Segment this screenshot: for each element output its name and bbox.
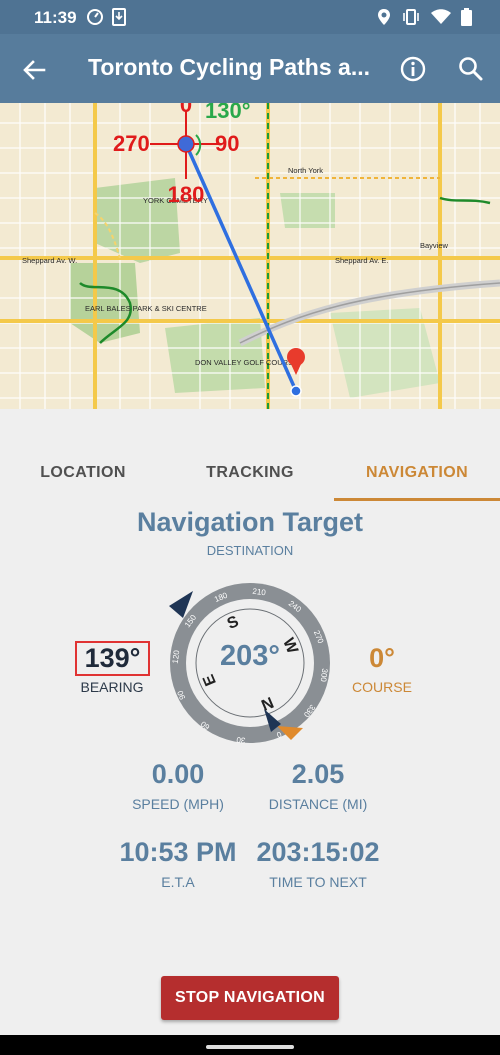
navigation-title: Navigation Target bbox=[136, 507, 364, 537]
back-button[interactable] bbox=[18, 54, 50, 86]
map-view[interactable]: Sheppard Av. W. Sheppard Av. E. DON VALL… bbox=[0, 103, 500, 409]
overlay-west: 270 bbox=[113, 131, 150, 156]
compass-tick-label: 30 bbox=[235, 735, 245, 745]
status-time: 11:39 bbox=[34, 8, 77, 27]
vibrate-icon bbox=[403, 9, 419, 25]
course-label: COURSE bbox=[352, 679, 412, 695]
distance-label: DISTANCE (MI) bbox=[268, 796, 368, 812]
arrow-back-icon bbox=[23, 60, 46, 80]
navigation-subtitle: DESTINATION bbox=[206, 543, 294, 558]
download-icon bbox=[112, 8, 126, 26]
map-label: Sheppard Av. W. bbox=[22, 256, 77, 265]
status-bar: 11:39 bbox=[0, 0, 500, 34]
tab-tracking[interactable]: TRACKING bbox=[167, 445, 333, 501]
compass-heading-value: 203° bbox=[220, 640, 280, 672]
tab-bar: LOCATION TRACKING NAVIGATION bbox=[0, 445, 500, 501]
tab-navigation[interactable]: NAVIGATION bbox=[334, 445, 500, 501]
battery-icon bbox=[461, 8, 472, 26]
compass-tick-label: 300 bbox=[319, 668, 330, 683]
destination-point bbox=[290, 385, 302, 397]
bearing-label: BEARING bbox=[80, 679, 144, 695]
info-icon bbox=[400, 56, 426, 82]
overlay-east: 90 bbox=[215, 131, 239, 156]
app-title: Toronto Cycling Paths a... bbox=[88, 54, 370, 80]
app-bar: Toronto Cycling Paths a... bbox=[0, 34, 500, 103]
overlay-heading: 130° bbox=[205, 103, 251, 123]
wifi-icon bbox=[431, 9, 451, 24]
bearing-value: 139° bbox=[84, 643, 141, 673]
stop-navigation-button[interactable]: STOP NAVIGATION bbox=[161, 976, 339, 1020]
search-icon bbox=[459, 57, 483, 81]
compass-tick-label: 120 bbox=[171, 649, 182, 664]
home-indicator[interactable] bbox=[206, 1045, 294, 1049]
time-to-next-label: TIME TO NEXT bbox=[269, 874, 367, 890]
tab-location[interactable]: LOCATION bbox=[0, 445, 166, 501]
speedometer-icon bbox=[87, 9, 103, 25]
search-button[interactable] bbox=[456, 54, 486, 84]
overlay-north: 0 bbox=[180, 103, 192, 117]
distance-value: 2.05 bbox=[291, 759, 345, 789]
info-button[interactable] bbox=[398, 54, 428, 84]
map-label: Sheppard Av. E. bbox=[335, 256, 389, 265]
overlay-south: 180 bbox=[168, 182, 205, 207]
location-icon bbox=[378, 9, 390, 25]
compass-tick-label: 210 bbox=[252, 587, 267, 598]
course-value: 0° bbox=[369, 643, 395, 673]
map-label: North York bbox=[288, 166, 323, 175]
map-label: EARL BALES PARK & SKI CENTRE bbox=[85, 304, 207, 313]
map-park-don-valley bbox=[165, 318, 265, 393]
time-to-next-value: 203:15:02 bbox=[256, 837, 380, 867]
map-label: Bayview bbox=[420, 241, 449, 250]
tab-indicator bbox=[334, 498, 500, 501]
